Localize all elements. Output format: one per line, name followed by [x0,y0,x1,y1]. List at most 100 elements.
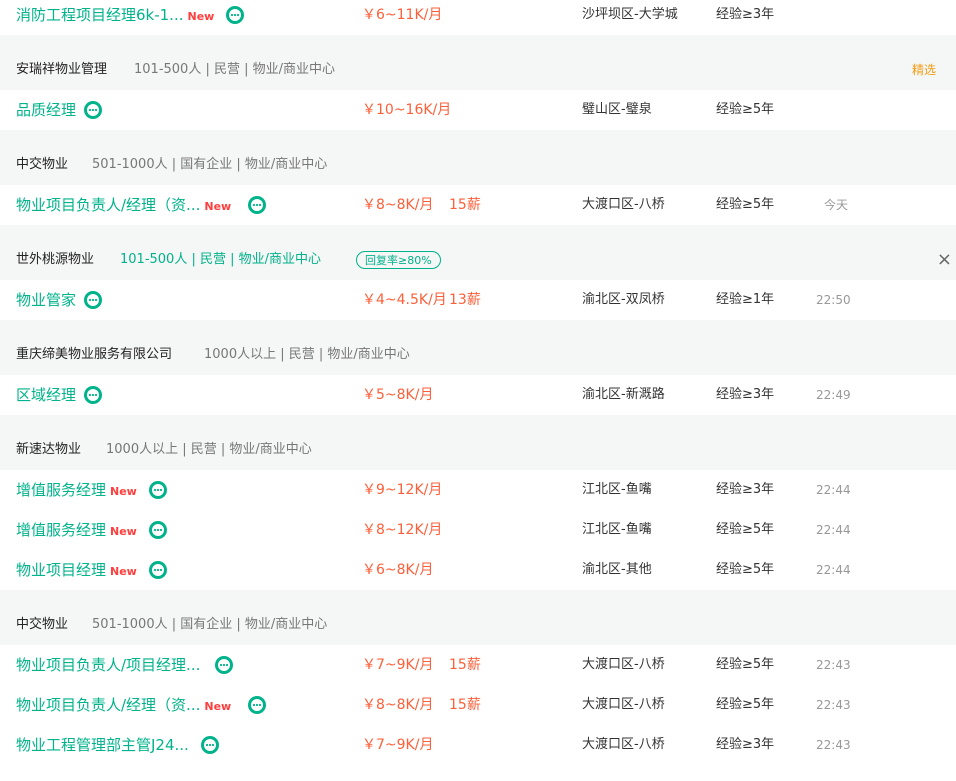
job-title[interactable]: 物业项目负责人/经理（资... New [16,185,231,227]
post-time: 22:43 [816,738,851,752]
job-title[interactable]: 物业项目负责人/项目经理... [16,645,200,685]
job-title[interactable]: 区域经理 [16,375,76,415]
company-header[interactable]: 重庆缔美物业服务有限公司 1000人以上 | 民营 | 物业/商业中心 [0,335,956,375]
salary: ￥7~9K/月 [362,737,434,753]
location: 沙坪坝区-大学城 [582,7,678,22]
company-meta: 101-500人 | 民营 | 物业/商业中心 [120,252,321,267]
bonus-months: 13薪 [449,292,481,308]
chat-icon[interactable] [84,386,102,404]
salary: ￥8~8K/月 [362,697,434,713]
post-time: 22:50 [816,293,851,307]
experience: 经验≥5年 [716,562,775,577]
company-meta: 101-500人 | 民营 | 物业/商业中心 [134,62,335,77]
bonus-months: 15薪 [449,697,481,713]
salary: ￥8~12K/月 [362,522,443,538]
chat-icon[interactable] [248,196,266,214]
job-title[interactable]: 物业工程管理部主管J24... [16,725,189,765]
job-row[interactable]: 增值服务经理 New ￥9~12K/月 江北区-鱼嘴 经验≥3年 22:44 [0,470,956,510]
job-row[interactable]: 物业工程管理部主管J24... ￥7~9K/月 大渡口区-八桥 经验≥3年 22… [0,725,956,765]
chat-icon[interactable] [226,6,244,24]
company-meta: 1000人以上 | 民营 | 物业/商业中心 [204,347,410,362]
new-badge: New [110,485,137,498]
company-name[interactable]: 新速达物业 [16,430,81,470]
chat-icon[interactable] [149,561,167,579]
experience: 经验≥5年 [716,697,775,712]
job-title[interactable]: 增值服务经理 New [16,510,137,552]
company-header[interactable]: 安瑞祥物业管理 101-500人 | 民营 | 物业/商业中心 精选 [0,50,956,90]
experience: 经验≥1年 [716,292,775,307]
job-row[interactable]: 物业项目负责人/经理（资... New ￥8~8K/月 15薪 大渡口区-八桥 经… [0,185,956,225]
post-time: 22:44 [816,483,851,497]
close-icon[interactable]: × [937,240,952,280]
job-row[interactable]: 物业项目负责人/项目经理... ￥7~9K/月 15薪 大渡口区-八桥 经验≥5… [0,645,956,685]
location: 大渡口区-八桥 [582,657,665,672]
job-title[interactable]: 增值服务经理 New [16,470,137,512]
chat-icon[interactable] [149,481,167,499]
chat-icon[interactable] [84,101,102,119]
experience: 经验≥5年 [716,102,775,117]
job-title[interactable]: 品质经理 [16,90,76,130]
location: 璧山区-璧泉 [582,102,652,117]
post-time: 22:44 [816,563,851,577]
salary: ￥9~12K/月 [362,482,443,498]
job-row[interactable]: 区域经理 ￥5~8K/月 渝北区-新溉路 经验≥3年 22:49 [0,375,956,415]
reply-rate-badge: 回复率≥80% [356,251,441,269]
company-name[interactable]: 重庆缔美物业服务有限公司 [16,335,172,375]
job-row[interactable]: 物业项目经理 New ￥6~8K/月 渝北区-其他 经验≥5年 22:44 [0,550,956,590]
chat-icon[interactable] [201,736,219,754]
job-group: 新速达物业 1000人以上 | 民营 | 物业/商业中心 增值服务经理 New ￥… [0,430,956,590]
location: 大渡口区-八桥 [582,697,665,712]
experience: 经验≥5年 [716,197,775,212]
salary: ￥6~11K/月 [362,7,443,23]
salary: ￥5~8K/月 [362,387,434,403]
company-header[interactable]: 中交物业 501-1000人 | 国有企业 | 物业/商业中心 [0,605,956,645]
company-name[interactable]: 世外桃源物业 [16,240,94,280]
company-name[interactable]: 中交物业 [16,145,68,185]
job-group: 中交物业 501-1000人 | 国有企业 | 物业/商业中心 物业项目负责人/… [0,145,956,225]
post-time: 22:43 [816,698,851,712]
chat-icon[interactable] [248,696,266,714]
featured-tag: 精选 [911,63,936,77]
job-title[interactable]: 物业项目经理 New [16,550,137,592]
job-row[interactable]: 物业项目负责人/经理（资... New ￥8~8K/月 15薪 大渡口区-八桥 经… [0,685,956,725]
experience: 经验≥3年 [716,482,775,497]
post-time: 22:43 [816,658,851,672]
bonus-months: 15薪 [449,657,481,673]
chat-icon[interactable] [215,656,233,674]
location: 渝北区-双凤桥 [582,292,665,307]
company-header[interactable]: 世外桃源物业 101-500人 | 民营 | 物业/商业中心 回复率≥80% × [0,240,956,280]
job-row[interactable]: 消防工程项目经理6k-1... New ￥6~11K/月 沙坪坝区-大学城 经验≥… [0,0,956,35]
company-header[interactable]: 新速达物业 1000人以上 | 民营 | 物业/商业中心 [0,430,956,470]
job-group: 安瑞祥物业管理 101-500人 | 民营 | 物业/商业中心 精选 品质经理 … [0,50,956,130]
location: 江北区-鱼嘴 [582,522,652,537]
job-group: 世外桃源物业 101-500人 | 民营 | 物业/商业中心 回复率≥80% ×… [0,240,956,320]
salary: ￥10~16K/月 [362,102,452,118]
new-badge: New [204,700,232,713]
salary: ￥6~8K/月 [362,562,434,578]
job-row[interactable]: 物业管家 ￥4~4.5K/月 13薪 渝北区-双凤桥 经验≥1年 22:50 [0,280,956,320]
location: 渝北区-其他 [582,562,652,577]
chat-icon[interactable] [84,291,102,309]
salary: ￥7~9K/月 [362,657,434,673]
company-name[interactable]: 安瑞祥物业管理 [16,50,107,90]
chat-icon[interactable] [149,521,167,539]
company-meta: 501-1000人 | 国有企业 | 物业/商业中心 [92,157,328,172]
job-row[interactable]: 品质经理 ￥10~16K/月 璧山区-璧泉 经验≥5年 [0,90,956,130]
job-title[interactable]: 物业项目负责人/经理（资... New [16,685,231,727]
new-badge: New [110,525,137,538]
job-row[interactable]: 增值服务经理 New ￥8~12K/月 江北区-鱼嘴 经验≥5年 22:44 [0,510,956,550]
location: 大渡口区-八桥 [582,737,665,752]
bonus-months: 15薪 [449,197,481,213]
location: 江北区-鱼嘴 [582,482,652,497]
company-header[interactable]: 中交物业 501-1000人 | 国有企业 | 物业/商业中心 [0,145,956,185]
new-badge: New [187,10,215,23]
company-name[interactable]: 中交物业 [16,605,68,645]
company-meta: 1000人以上 | 民营 | 物业/商业中心 [106,442,312,457]
post-time: 今天 [824,198,849,212]
salary: ￥8~8K/月 [362,197,434,213]
post-time: 22:49 [816,388,851,402]
job-title[interactable]: 消防工程项目经理6k-1... New [16,0,214,37]
job-group: 中交物业 501-1000人 | 国有企业 | 物业/商业中心 物业项目负责人/… [0,605,956,781]
job-title[interactable]: 物业管家 [16,280,76,320]
experience: 经验≥3年 [716,387,775,402]
